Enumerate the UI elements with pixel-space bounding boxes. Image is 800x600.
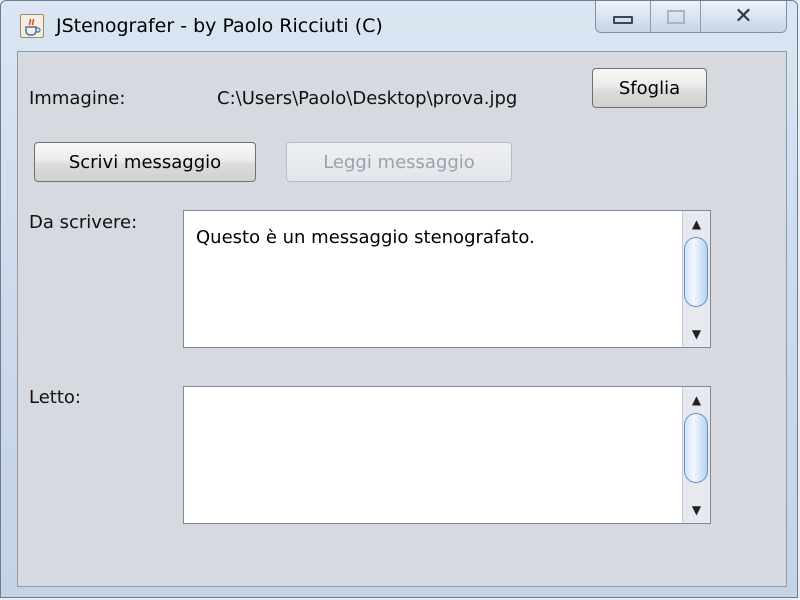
browse-button[interactable]: Sfoglia	[592, 68, 707, 108]
arrow-down-icon[interactable]: ▼	[683, 323, 710, 345]
minimize-button[interactable]	[596, 1, 652, 32]
write-section-label: Da scrivere:	[29, 212, 138, 233]
read-section-label: Letto:	[29, 387, 81, 408]
read-message-button: Leggi messaggio	[286, 142, 512, 182]
maximize-icon	[666, 9, 685, 24]
image-path: C:\Users\Paolo\Desktop\prova.jpg	[217, 88, 518, 109]
app-window: JStenografer - by Paolo Ricciuti (C) ✕ I…	[0, 0, 798, 598]
read-textarea[interactable]: ▲ ▼	[183, 386, 711, 524]
client-area: Immagine: C:\Users\Paolo\Desktop\prova.j…	[17, 51, 787, 587]
read-scroll-thumb[interactable]	[684, 413, 708, 483]
arrow-up-icon[interactable]: ▲	[683, 213, 710, 235]
write-scroll-thumb[interactable]	[684, 237, 708, 307]
window-title: JStenografer - by Paolo Ricciuti (C)	[56, 15, 383, 37]
maximize-button[interactable]	[651, 1, 701, 32]
arrow-up-icon[interactable]: ▲	[683, 389, 710, 411]
write-textarea[interactable]: Questo è un messaggio stenografato. ▲ ▼	[183, 210, 711, 348]
close-icon: ✕	[734, 4, 753, 29]
write-textarea-text[interactable]: Questo è un messaggio stenografato.	[196, 227, 535, 248]
close-button[interactable]: ✕	[700, 1, 786, 32]
write-scrollbar[interactable]: ▲ ▼	[682, 211, 710, 347]
minimize-icon	[613, 15, 634, 24]
java-cup-icon[interactable]	[20, 14, 44, 38]
window-controls: ✕	[595, 1, 787, 33]
read-scrollbar[interactable]: ▲ ▼	[682, 387, 710, 523]
title-bar[interactable]: JStenografer - by Paolo Ricciuti (C) ✕	[1, 1, 799, 47]
image-label: Immagine:	[29, 88, 126, 109]
write-message-button[interactable]: Scrivi messaggio	[34, 142, 256, 182]
arrow-down-icon[interactable]: ▼	[683, 499, 710, 521]
